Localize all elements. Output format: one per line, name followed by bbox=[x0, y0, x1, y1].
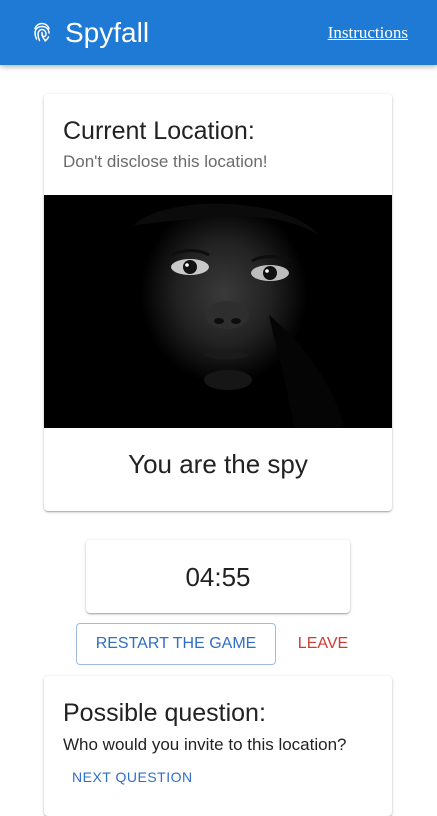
spy-portrait-image bbox=[44, 195, 392, 428]
location-card: Current Location: Don't disclose this lo… bbox=[44, 94, 392, 511]
app-bar: Spyfall Instructions bbox=[0, 0, 437, 65]
question-card: Possible question: Who would you invite … bbox=[44, 676, 392, 816]
app-title: Spyfall bbox=[65, 17, 150, 48]
leave-button[interactable]: LEAVE bbox=[286, 623, 360, 665]
fingerprint-icon bbox=[34, 22, 50, 42]
location-heading: Current Location: bbox=[63, 117, 255, 145]
question-heading: Possible question: bbox=[63, 699, 266, 727]
instructions-link[interactable]: Instructions bbox=[328, 23, 408, 43]
countdown-timer: 04:55 bbox=[185, 562, 251, 592]
possible-question: Who would you invite to this location? bbox=[63, 735, 347, 754]
player-role: You are the spy bbox=[128, 449, 308, 479]
location-warning: Don't disclose this location! bbox=[63, 152, 268, 171]
next-question-button[interactable]: NEXT QUESTION bbox=[72, 768, 193, 786]
timer-card: 04:55 bbox=[86, 540, 350, 613]
restart-game-button[interactable]: RESTART THE GAME bbox=[76, 623, 276, 665]
